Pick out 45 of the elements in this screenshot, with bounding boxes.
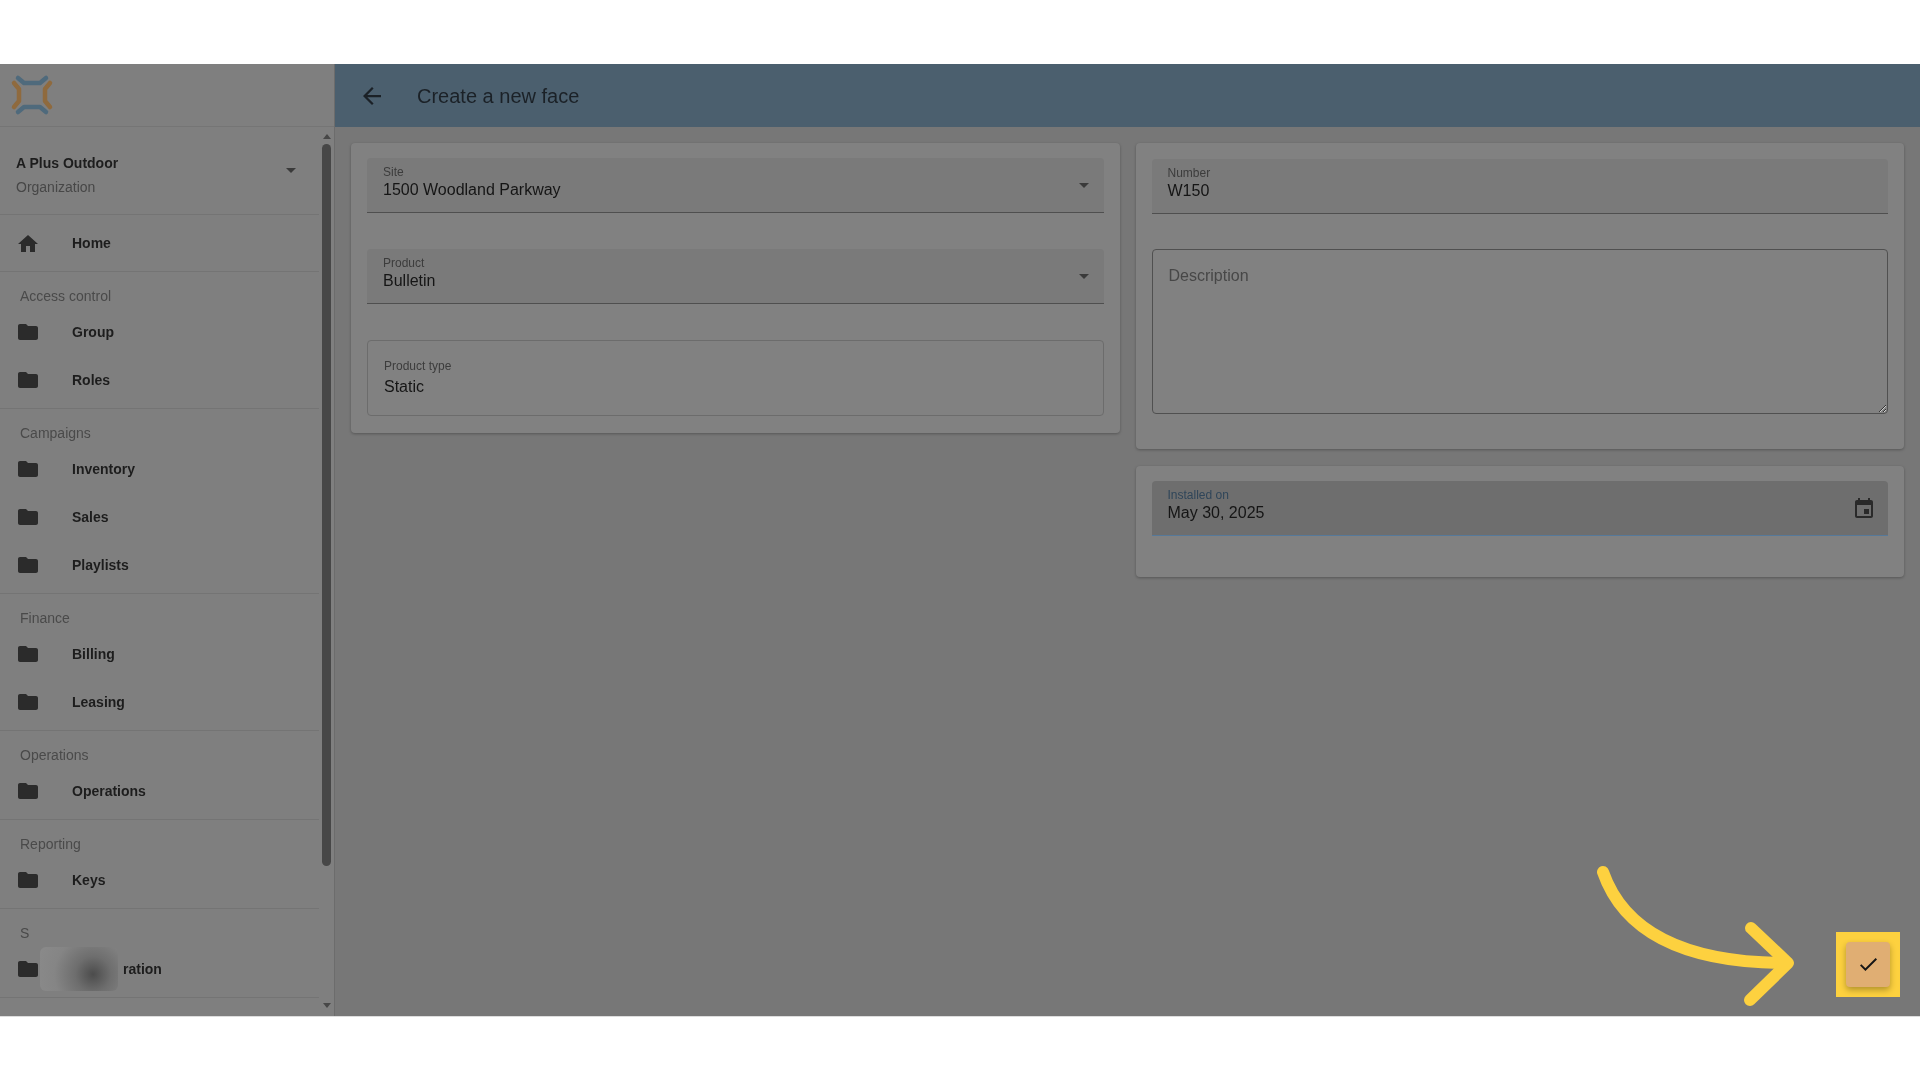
nav-item[interactable]: Roles <box>0 356 320 404</box>
nav-item[interactable]: Group <box>0 308 320 356</box>
nav-item[interactable]: Sales <box>0 493 320 541</box>
folder-icon <box>18 461 38 477</box>
folder-icon <box>18 961 38 977</box>
nav-item[interactable]: Inventory <box>0 445 320 493</box>
field-label: Installed on <box>1167 488 1230 502</box>
field-label: Product type <box>384 359 453 373</box>
home-icon <box>18 234 38 252</box>
folder-icon <box>18 694 38 710</box>
nav-item[interactable]: Billing <box>0 630 320 678</box>
scroll-up-icon[interactable] <box>322 134 331 139</box>
select-field[interactable]: Product Bulletin <box>367 249 1104 304</box>
nav-item[interactable]: Home <box>0 215 320 272</box>
readonly-field[interactable]: Product type Static <box>367 340 1104 416</box>
scrollbar-thumb[interactable] <box>322 144 331 866</box>
dropdown-caret-icon <box>286 168 297 173</box>
textarea-field[interactable]: Description <box>1151 249 1888 414</box>
organization-selector[interactable]: A Plus Outdoor Organization <box>0 127 320 215</box>
date-field[interactable]: Installed on May 30, 2025 <box>1151 481 1888 536</box>
folder-icon <box>18 324 38 340</box>
field-label: Number <box>1167 166 1211 180</box>
scroll-down-icon[interactable] <box>322 1003 331 1008</box>
select-field[interactable]: Site 1500 Woodland Parkway <box>367 158 1104 213</box>
folder-icon <box>18 872 38 888</box>
caret-icon <box>1078 273 1089 279</box>
check-icon <box>1859 958 1877 971</box>
confirm-button[interactable] <box>1846 942 1890 987</box>
folder-icon <box>18 783 38 799</box>
nav-item[interactable]: ration <box>0 945 320 993</box>
nav-item[interactable]: Operations <box>0 767 320 815</box>
folder-icon <box>18 372 38 388</box>
text-field[interactable]: Number W150 <box>1151 159 1888 214</box>
calendar-icon[interactable] <box>1855 498 1873 518</box>
back-arrow-icon[interactable] <box>363 86 381 105</box>
field-label: Site <box>383 165 405 179</box>
nav-item[interactable]: Playlists <box>0 541 320 589</box>
caret-icon <box>1078 182 1089 188</box>
folder-icon <box>18 646 38 662</box>
folder-icon <box>18 509 38 525</box>
folder-icon <box>18 557 38 573</box>
page-title: Create a new face <box>417 83 580 109</box>
field-label: Product <box>383 256 426 270</box>
nav-item[interactable]: Leasing <box>0 678 320 726</box>
nav-item[interactable]: Keys <box>0 856 320 904</box>
